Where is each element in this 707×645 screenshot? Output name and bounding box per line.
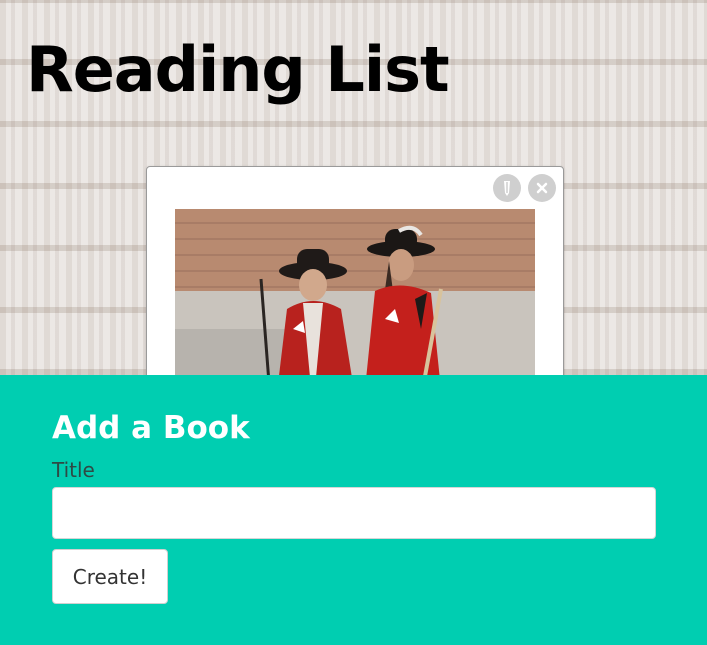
delete-button[interactable] <box>528 174 556 202</box>
create-button[interactable]: Create! <box>52 549 168 604</box>
book-card <box>146 166 564 409</box>
close-icon <box>536 182 548 194</box>
edit-button[interactable] <box>493 174 521 202</box>
add-book-panel: Add a Book Title Create! <box>0 375 707 645</box>
pencil-icon <box>504 181 510 196</box>
reading-list-page: Reading List Add a Book Title Create! <box>0 0 707 645</box>
title-label: Title <box>52 458 95 482</box>
add-book-heading: Add a Book <box>52 410 250 446</box>
title-input[interactable] <box>52 487 656 539</box>
page-title: Reading List <box>26 33 450 106</box>
